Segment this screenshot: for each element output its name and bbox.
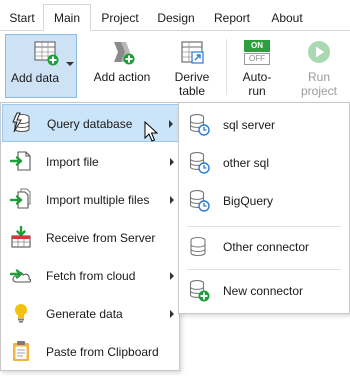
menu-item-generate-data[interactable]: Generate data bbox=[2, 295, 179, 333]
database-clock-icon bbox=[189, 114, 210, 136]
auto-run-toggle-icon: ON OFF bbox=[244, 40, 270, 66]
menu-item-label: Generate data bbox=[46, 307, 123, 321]
run-project-label: Run project bbox=[292, 70, 346, 98]
submenu-item-bigquery[interactable]: BigQuery bbox=[180, 182, 348, 220]
add-data-icon bbox=[34, 41, 59, 66]
menu-item-label: Import multiple files bbox=[46, 193, 150, 207]
submenu-item-label: BigQuery bbox=[223, 194, 274, 208]
clipboard-icon bbox=[13, 341, 29, 361]
tab-project[interactable]: Project bbox=[94, 6, 146, 30]
menu-item-import-multiple-files[interactable]: Import multiple files bbox=[2, 181, 179, 219]
run-project-label-line1: Run bbox=[307, 70, 330, 84]
menu-item-paste-from-clipboard[interactable]: Paste from Clipboard bbox=[2, 333, 179, 371]
auto-run-label-line2: run bbox=[248, 84, 266, 98]
menu-item-label: Import file bbox=[46, 155, 99, 169]
submenu-arrow-icon bbox=[170, 196, 174, 204]
submenu-item-label: other sql bbox=[223, 156, 270, 170]
menu-item-receive-from-server[interactable]: Receive from Server bbox=[2, 219, 179, 257]
add-data-label: Add data bbox=[10, 71, 60, 85]
add-action-label: Add action bbox=[93, 70, 151, 84]
run-project-button[interactable]: Run project bbox=[292, 34, 346, 98]
menu-item-label: Fetch from cloud bbox=[46, 269, 136, 283]
derive-table-icon bbox=[181, 41, 204, 64]
submenu-arrow-icon bbox=[169, 120, 173, 128]
submenu-arrow-icon bbox=[170, 272, 174, 280]
add-action-button[interactable]: Add action bbox=[88, 34, 156, 98]
tab-start[interactable]: Start bbox=[2, 6, 42, 30]
menu-item-label: Paste from Clipboard bbox=[46, 345, 159, 359]
auto-run-label: Auto- run bbox=[236, 70, 278, 98]
menu-item-label: Query database bbox=[47, 117, 133, 131]
import-file-icon bbox=[10, 151, 31, 171]
database-clock-icon bbox=[189, 152, 210, 174]
menu-item-import-file[interactable]: Import file bbox=[2, 143, 179, 181]
derive-table-label: Derive table bbox=[166, 70, 218, 98]
submenu-separator bbox=[187, 226, 341, 227]
tab-about[interactable]: About bbox=[264, 6, 310, 30]
database-clock-icon bbox=[189, 190, 210, 212]
ribbon-toolbar: Add data Add action Derive table ON OFF … bbox=[0, 31, 350, 103]
run-project-label-line2: project bbox=[300, 84, 338, 98]
submenu-arrow-icon bbox=[170, 310, 174, 318]
submenu-item-label: Other connector bbox=[223, 240, 310, 254]
database-icon bbox=[190, 236, 206, 257]
add-data-button[interactable]: Add data bbox=[5, 34, 77, 98]
database-bolt-icon bbox=[12, 112, 30, 133]
submenu-item-label: New connector bbox=[223, 284, 304, 298]
submenu-item-sql-server[interactable]: sql server bbox=[180, 106, 348, 144]
ribbon-separator bbox=[226, 39, 227, 95]
menu-item-label: Receive from Server bbox=[46, 231, 156, 245]
import-multiple-files-icon bbox=[10, 188, 31, 209]
submenu-item-other-sql[interactable]: other sql bbox=[180, 144, 348, 182]
derive-table-label-line2: table bbox=[178, 84, 206, 98]
query-database-submenu: sql server other sql BigQuery Other conn… bbox=[178, 102, 350, 314]
cloud-fetch-icon bbox=[10, 269, 32, 283]
tab-main[interactable]: Main bbox=[43, 4, 91, 31]
auto-run-button[interactable]: ON OFF Auto- run bbox=[236, 34, 278, 98]
derive-table-button[interactable]: Derive table bbox=[166, 34, 218, 98]
mouse-cursor-icon bbox=[144, 121, 158, 142]
submenu-arrow-icon bbox=[170, 158, 174, 166]
lightbulb-icon bbox=[15, 304, 27, 323]
submenu-item-other-connector[interactable]: Other connector bbox=[180, 228, 348, 266]
auto-run-label-line1: Auto- bbox=[242, 70, 272, 84]
add-data-dropdown-caret-icon[interactable] bbox=[66, 62, 74, 66]
receive-from-server-icon bbox=[11, 226, 31, 248]
play-icon bbox=[308, 41, 330, 63]
derive-table-label-line1: Derive bbox=[174, 70, 210, 84]
tab-report[interactable]: Report bbox=[207, 6, 257, 30]
submenu-item-new-connector[interactable]: New connector bbox=[180, 272, 348, 310]
toggle-off-label: OFF bbox=[244, 53, 270, 65]
ribbon-tab-bar: Start Main Project Design Report About bbox=[0, 0, 350, 31]
submenu-item-label: sql server bbox=[223, 118, 276, 132]
menu-item-fetch-from-cloud[interactable]: Fetch from cloud bbox=[2, 257, 179, 295]
submenu-separator bbox=[187, 269, 341, 270]
database-add-icon bbox=[189, 280, 210, 302]
add-action-icon bbox=[114, 42, 135, 65]
tab-design[interactable]: Design bbox=[151, 6, 201, 30]
toggle-on-label: ON bbox=[244, 40, 270, 52]
